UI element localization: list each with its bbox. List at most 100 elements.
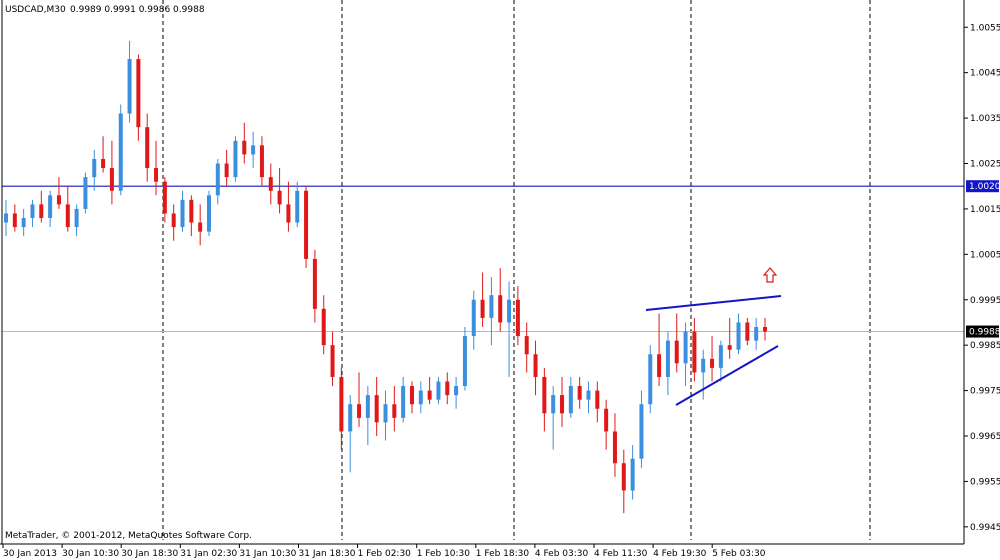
candle-body [489, 295, 494, 318]
candle-body [612, 431, 617, 464]
candle-body [56, 195, 61, 205]
candle-body [348, 404, 353, 432]
candle-body [533, 354, 538, 377]
candle-body [551, 395, 556, 414]
candle [462, 327, 467, 391]
candle-body [321, 308, 326, 346]
candle-body [233, 140, 238, 178]
candle-body [498, 295, 503, 323]
candle-body [621, 463, 626, 491]
price-tick-label: 1.0055 [970, 23, 1000, 33]
candle-body [109, 168, 114, 191]
candle-body [674, 340, 679, 364]
current-price-label: 0.9988 [966, 325, 1000, 338]
candle-body [595, 390, 600, 409]
candle-body [577, 386, 582, 400]
candle-body [154, 168, 159, 182]
price-tick-label: 0.9995 [970, 296, 1000, 306]
candle-body [304, 190, 309, 259]
candle-body [259, 145, 264, 178]
candle-body [171, 213, 176, 228]
candle [83, 172, 88, 214]
candle-body [4, 213, 8, 223]
horizontal-level-label: 1.0020 [966, 180, 1000, 193]
candle-body [586, 390, 591, 400]
candle-body [242, 140, 247, 155]
candle-body [524, 336, 529, 355]
time-tick-label: 4 Feb 03:30 [535, 549, 589, 559]
candle-body [480, 299, 485, 318]
candle-body [330, 345, 335, 377]
candle-body [118, 113, 123, 191]
time-tick-label: 5 Feb 03:30 [712, 549, 766, 559]
candle-body [312, 258, 317, 309]
time-tick-label: 4 Feb 11:30 [594, 549, 648, 559]
time-tick-label: 30 Jan 10:30 [62, 549, 119, 559]
candle-body [639, 404, 644, 459]
candle-body [745, 322, 750, 341]
candle-body [224, 163, 229, 178]
time-tick-label: 31 Jan 10:30 [239, 549, 296, 559]
price-tick-label: 0.9955 [970, 477, 1000, 487]
candle-body [30, 204, 35, 218]
candle-body [445, 381, 450, 396]
candle-body [162, 181, 167, 214]
price-tick-label: 0.9975 [970, 387, 1000, 397]
symbol-label: USDCAD,M30 [5, 5, 66, 15]
candle-body [206, 195, 211, 232]
candle-body [392, 404, 397, 418]
candle-body [74, 208, 79, 228]
candle-body [604, 408, 609, 432]
price-tick-label: 0.9945 [970, 523, 1000, 533]
candle-body [754, 327, 759, 341]
candle-body [727, 345, 732, 350]
candle-body [427, 390, 432, 400]
price-chart[interactable]: 1.0055 1.0045 1.0035 1.0025 1.0015 1.0005 0.99… [0, 0, 1000, 560]
candle-body [339, 376, 344, 432]
price-tick-label: 1.0005 [970, 250, 1000, 260]
price-tick-label: 1.0025 [970, 160, 1000, 170]
candle [648, 345, 653, 414]
candle [118, 104, 123, 196]
candle-body [648, 354, 653, 405]
candle-body [101, 158, 106, 169]
candle-body [48, 195, 53, 218]
candle-body [268, 177, 273, 191]
candle-body [145, 127, 150, 169]
time-tick-label: 1 Feb 10:30 [417, 549, 471, 559]
candle-body [39, 204, 44, 218]
candle [304, 186, 309, 268]
candle-body [418, 390, 423, 405]
current-price-value: 0.9988 [969, 328, 1000, 338]
price-tick-label: 0.9965 [970, 432, 1000, 442]
candle-body [471, 299, 476, 337]
candle-body [568, 386, 573, 414]
time-tick-label: 4 Feb 19:30 [653, 549, 707, 559]
candle-body [462, 336, 467, 387]
candle-body [436, 381, 441, 400]
candle-body [251, 145, 256, 155]
candle-body [127, 59, 132, 114]
candle-body [136, 59, 141, 128]
candle [206, 190, 211, 237]
horizontal-level-value: 1.0020 [969, 182, 1000, 192]
candle-body [215, 163, 220, 196]
candle-body [180, 199, 185, 228]
candle-body [692, 331, 697, 373]
candle-body [189, 199, 194, 223]
time-tick-label: 31 Jan 18:30 [299, 549, 356, 559]
candle-body [630, 458, 635, 491]
time-tick-label: 30 Jan 18:30 [121, 549, 178, 559]
ohlc-readout: 0.9989 0.9991 0.9986 0.9988 [70, 5, 205, 15]
candle-body [515, 299, 520, 337]
candle-body [718, 345, 723, 368]
candle-body [286, 204, 291, 223]
price-tick-label: 1.0015 [970, 205, 1000, 215]
candle-body [542, 376, 547, 414]
candle-body [357, 404, 362, 418]
candle-body [736, 322, 741, 350]
candle-body [454, 386, 459, 396]
candle-body [401, 386, 406, 418]
candle-body [409, 386, 414, 405]
candle-body [365, 395, 370, 418]
